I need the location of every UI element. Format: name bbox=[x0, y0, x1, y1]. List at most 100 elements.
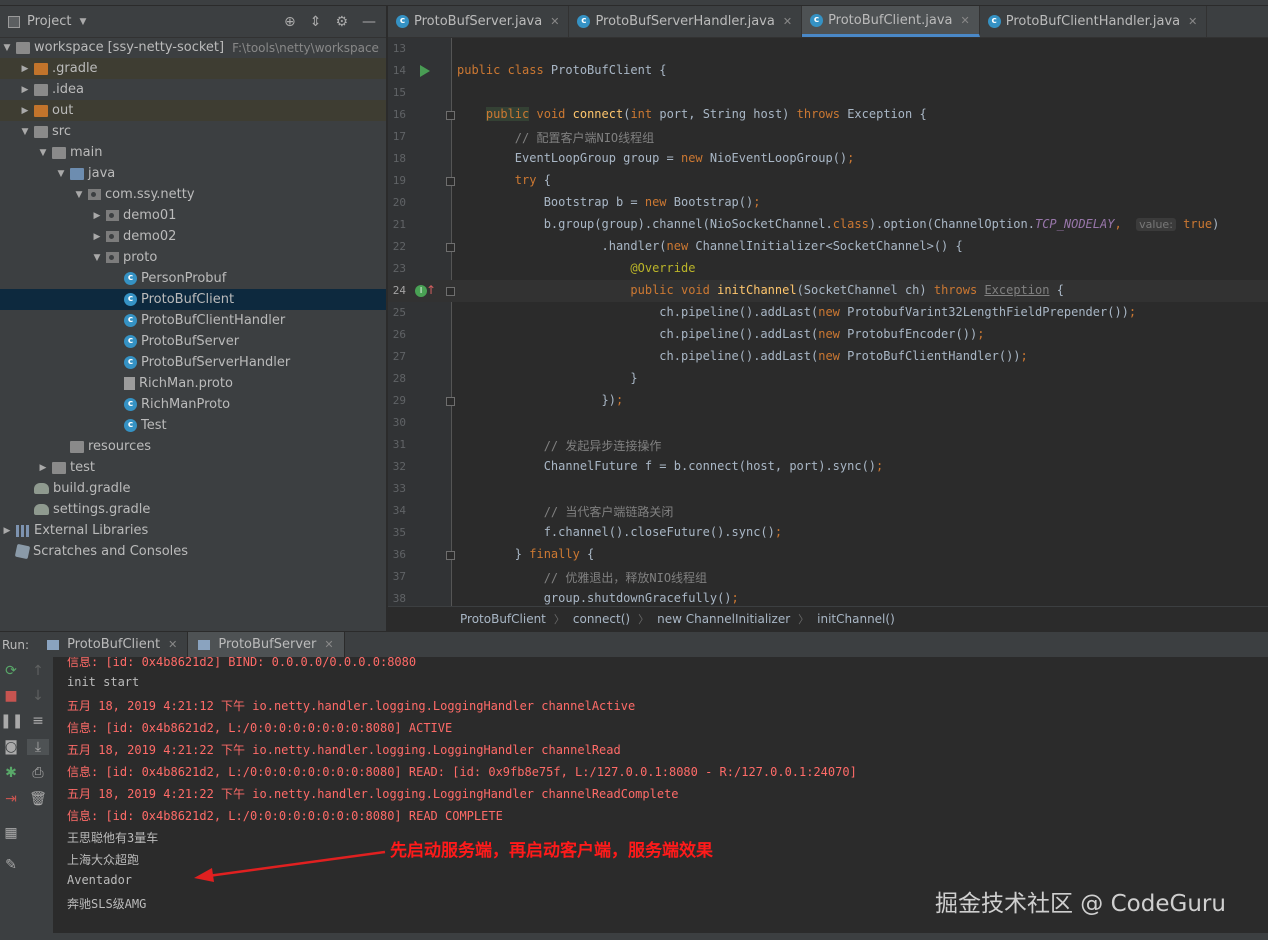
chevron-down-icon[interactable]: ▼ bbox=[0, 43, 14, 53]
tree-item[interactable]: ▶ .gradle bbox=[0, 58, 386, 79]
chevron-down-icon[interactable]: ▼ bbox=[36, 148, 50, 158]
code-line[interactable]: 31 // 发起异步连接操作 bbox=[388, 434, 1268, 456]
code-line[interactable]: 21 b.group(group).channel(NioSocketChann… bbox=[388, 214, 1268, 236]
close-icon[interactable]: ✕ bbox=[960, 14, 969, 27]
tree-item[interactable]: resources bbox=[0, 436, 386, 457]
rerun-icon[interactable]: ⟳ bbox=[0, 663, 22, 679]
chevron-down-icon[interactable]: ▼ bbox=[54, 169, 68, 179]
code-line[interactable]: 23 @Override bbox=[388, 258, 1268, 280]
arrow-up-icon[interactable]: ↑ bbox=[27, 663, 49, 679]
bug-icon[interactable]: ✱ bbox=[0, 765, 22, 781]
soft-wrap-icon[interactable]: ≡ bbox=[27, 713, 49, 729]
code-line[interactable]: 33 bbox=[388, 478, 1268, 500]
fold-marker-icon[interactable] bbox=[446, 287, 455, 296]
code-line[interactable]: 13 bbox=[388, 38, 1268, 60]
editor-tab[interactable]: c ProtoBufClient.java ✕ bbox=[802, 6, 980, 37]
breadcrumb-item[interactable]: initChannel() bbox=[817, 612, 895, 626]
chevron-right-icon[interactable]: ▶ bbox=[90, 211, 104, 221]
pause-icon[interactable]: ❚❚ bbox=[0, 713, 23, 729]
code-line[interactable]: 36 } finally { bbox=[388, 544, 1268, 566]
run-tab[interactable]: ProtoBufClient ✕ bbox=[37, 631, 189, 658]
code-line[interactable]: 24 I ↑ public void initChannel(SocketChann… bbox=[388, 280, 1268, 302]
chevron-down-icon[interactable]: ▼ bbox=[79, 17, 86, 27]
scroll-to-end-icon[interactable]: ⤓ bbox=[27, 739, 49, 755]
run-gutter-icon[interactable] bbox=[420, 65, 430, 77]
code-line[interactable]: 15 bbox=[388, 82, 1268, 104]
stop-icon[interactable]: ■ bbox=[0, 688, 22, 704]
code-line[interactable]: 20 Bootstrap b = new Bootstrap(); bbox=[388, 192, 1268, 214]
editor-tab[interactable]: c ProtoBufServer.java ✕ bbox=[388, 6, 570, 37]
editor-tab[interactable]: c ProtoBufClientHandler.java ✕ bbox=[980, 6, 1208, 37]
tree-item[interactable]: ▼ proto bbox=[0, 247, 386, 268]
code-line[interactable]: 34 // 当代客户端链路关闭 bbox=[388, 500, 1268, 522]
run-tab[interactable]: ProtoBufServer ✕ bbox=[188, 631, 345, 658]
code-line[interactable]: 35 f.channel().closeFuture().sync(); bbox=[388, 522, 1268, 544]
chevron-down-icon[interactable]: ▼ bbox=[90, 253, 104, 263]
pin-icon[interactable]: ✎ bbox=[0, 857, 22, 873]
tree-item[interactable]: ▼ workspace [ssy-netty-socket] F:\tools\net… bbox=[0, 37, 386, 58]
code-line[interactable]: 32 ChannelFuture f = b.connect(host, por… bbox=[388, 456, 1268, 478]
tree-item[interactable]: c ProtoBufServer bbox=[0, 331, 386, 352]
fold-marker-icon[interactable] bbox=[446, 111, 455, 120]
code-line[interactable]: 16 public void connect(int port, String … bbox=[388, 104, 1268, 126]
chevron-right-icon[interactable]: ▶ bbox=[90, 232, 104, 242]
project-view-selector[interactable]: Project bbox=[27, 14, 71, 29]
close-icon[interactable]: ✕ bbox=[550, 15, 559, 28]
close-icon[interactable]: ✕ bbox=[168, 638, 177, 651]
trash-icon[interactable]: 🗑 bbox=[27, 791, 49, 807]
code-line[interactable]: 28 } bbox=[388, 368, 1268, 390]
tree-item[interactable]: ▼ java bbox=[0, 163, 386, 184]
print-icon[interactable]: ⎙ bbox=[27, 765, 49, 781]
code-line[interactable]: 26 ch.pipeline().addLast(new ProtobufEnc… bbox=[388, 324, 1268, 346]
hide-panel-icon[interactable]: — bbox=[362, 14, 376, 30]
close-icon[interactable]: ✕ bbox=[1188, 15, 1197, 28]
tree-item[interactable]: ▶ out bbox=[0, 100, 386, 121]
tree-item[interactable]: build.gradle bbox=[0, 478, 386, 499]
camera-icon[interactable]: ◙ bbox=[0, 739, 22, 755]
tree-item[interactable]: ▶ External Libraries bbox=[0, 520, 386, 541]
code-line[interactable]: 14 public class ProtoBufClient { bbox=[388, 60, 1268, 82]
breadcrumb-item[interactable]: ProtoBufClient bbox=[460, 612, 546, 626]
code-line[interactable]: 22 .handler(new ChannelInitializer<Socke… bbox=[388, 236, 1268, 258]
tree-item[interactable]: ▼ com.ssy.netty bbox=[0, 184, 386, 205]
tree-item[interactable]: settings.gradle bbox=[0, 499, 386, 520]
tree-item[interactable]: ▼ src bbox=[0, 121, 386, 142]
tree-item[interactable]: ▼ main bbox=[0, 142, 386, 163]
code-editor[interactable]: 13 14 public class ProtoBufClient {15 16 pu… bbox=[388, 38, 1268, 606]
tree-item[interactable]: c RichManProto bbox=[0, 394, 386, 415]
code-line[interactable]: 27 ch.pipeline().addLast(new ProtoBufCli… bbox=[388, 346, 1268, 368]
tree-item[interactable]: ▶ demo02 bbox=[0, 226, 386, 247]
fold-marker-icon[interactable] bbox=[446, 177, 455, 186]
gear-icon[interactable]: ⚙ bbox=[335, 14, 348, 30]
chevron-right-icon[interactable]: ▶ bbox=[18, 106, 32, 116]
fold-marker-icon[interactable] bbox=[446, 243, 455, 252]
fold-marker-icon[interactable] bbox=[446, 551, 455, 560]
tree-item[interactable]: c ProtoBufServerHandler bbox=[0, 352, 386, 373]
tree-item[interactable]: ▶ test bbox=[0, 457, 386, 478]
tree-item[interactable]: c Test bbox=[0, 415, 386, 436]
code-line[interactable]: 17 // 配置客户端NIO线程组 bbox=[388, 126, 1268, 148]
chevron-right-icon[interactable]: ▶ bbox=[36, 463, 50, 473]
editor-tab[interactable]: c ProtoBufServerHandler.java ✕ bbox=[569, 6, 803, 37]
tree-item[interactable]: c ProtoBufClientHandler bbox=[0, 310, 386, 331]
collapse-all-icon[interactable]: ⇕ bbox=[310, 14, 322, 30]
override-arrow-icon[interactable]: ↑ bbox=[426, 283, 436, 297]
tree-item[interactable]: ▶ demo01 bbox=[0, 205, 386, 226]
code-line[interactable]: 19 try { bbox=[388, 170, 1268, 192]
tree-item[interactable]: RichMan.proto bbox=[0, 373, 386, 394]
code-line[interactable]: 29 }); bbox=[388, 390, 1268, 412]
close-icon[interactable]: ✕ bbox=[324, 638, 333, 651]
code-line[interactable]: 38 group.shutdownGracefully(); bbox=[388, 588, 1268, 606]
arrow-down-icon[interactable]: ↓ bbox=[27, 688, 49, 704]
locate-file-icon[interactable]: ⊕ bbox=[284, 14, 296, 30]
code-line[interactable]: 18 EventLoopGroup group = new NioEventLo… bbox=[388, 148, 1268, 170]
tree-item[interactable]: c ProtoBufClient bbox=[0, 289, 386, 310]
breadcrumb-item[interactable]: connect() bbox=[573, 612, 630, 626]
breadcrumb-item[interactable]: new ChannelInitializer bbox=[657, 612, 790, 626]
chevron-down-icon[interactable]: ▼ bbox=[72, 190, 86, 200]
chevron-right-icon[interactable]: ▶ bbox=[18, 85, 32, 95]
close-icon[interactable]: ✕ bbox=[783, 15, 792, 28]
tree-item[interactable]: c PersonProbuf bbox=[0, 268, 386, 289]
code-line[interactable]: 30 bbox=[388, 412, 1268, 434]
code-line[interactable]: 25 ch.pipeline().addLast(new ProtobufVar… bbox=[388, 302, 1268, 324]
